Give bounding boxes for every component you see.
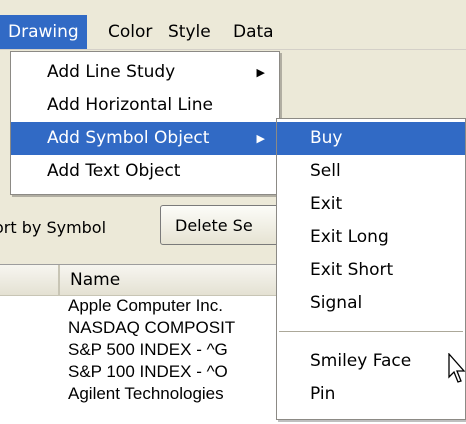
menu-bar: Drawing Color Style Data — [0, 15, 466, 50]
list-item[interactable]: NASDAQ COMPOSIT — [68, 317, 235, 339]
menu-separator — [279, 331, 463, 333]
submenu-item-smiley-face[interactable]: Smiley Face — [277, 345, 465, 378]
drawing-menu: Add Line Study ▶ Add Horizontal Line Add… — [10, 51, 280, 195]
menu-item-add-line-study[interactable]: Add Line Study ▶ — [11, 56, 279, 89]
submenu-item-exit-long[interactable]: Exit Long — [277, 221, 465, 254]
submenu-item-signal[interactable]: Signal — [277, 287, 465, 320]
delete-button[interactable]: Delete Se — [160, 205, 280, 245]
list-item[interactable]: Apple Computer Inc. — [68, 295, 235, 317]
menu-style[interactable]: Style — [160, 15, 219, 49]
submenu-item-pin[interactable]: Pin — [277, 378, 465, 411]
list-item[interactable]: Agilent Technologies — [68, 383, 235, 405]
menu-item-label: Signal — [310, 293, 363, 313]
submenu-item-exit[interactable]: Exit — [277, 188, 465, 221]
list-item[interactable]: S&P 100 INDEX - ^O — [68, 361, 235, 383]
mouse-pointer-icon — [448, 353, 466, 383]
menu-data[interactable]: Data — [225, 15, 282, 49]
menu-item-label: Sell — [310, 161, 341, 181]
window-top-strip — [0, 0, 466, 15]
list-item[interactable]: S&P 500 INDEX - ^G — [68, 339, 235, 361]
menu-item-label: Smiley Face — [310, 351, 412, 371]
submenu-arrow-icon: ▶ — [256, 66, 265, 79]
list-rows: Apple Computer Inc. NASDAQ COMPOSIT S&P … — [68, 295, 235, 405]
menu-color[interactable]: Color — [100, 15, 160, 49]
symbol-object-submenu: Buy Sell Exit Exit Long Exit Short Signa… — [276, 118, 466, 420]
sort-by-symbol-button[interactable]: ort by Symbol — [0, 218, 106, 237]
menu-item-label: Add Horizontal Line — [47, 95, 213, 115]
submenu-arrow-icon: ▶ — [256, 132, 265, 145]
menu-item-label: Add Line Study — [47, 62, 176, 82]
menu-item-label: Exit — [310, 194, 343, 214]
menu-item-label: Add Text Object — [47, 161, 181, 181]
submenu-item-buy[interactable]: Buy — [277, 122, 465, 155]
menu-item-label: Add Symbol Object — [47, 128, 210, 148]
menu-item-add-text-object[interactable]: Add Text Object — [11, 155, 279, 188]
submenu-item-sell[interactable]: Sell — [277, 155, 465, 188]
menu-item-label: Pin — [310, 384, 336, 404]
menu-item-label: Buy — [310, 128, 343, 148]
menu-drawing[interactable]: Drawing — [0, 15, 87, 49]
menu-item-add-symbol-object[interactable]: Add Symbol Object ▶ — [11, 122, 279, 155]
menu-item-label: Exit Short — [310, 260, 394, 280]
menu-item-add-horizontal-line[interactable]: Add Horizontal Line — [11, 89, 279, 122]
menu-item-label: Exit Long — [310, 227, 389, 247]
submenu-item-exit-short[interactable]: Exit Short — [277, 254, 465, 287]
